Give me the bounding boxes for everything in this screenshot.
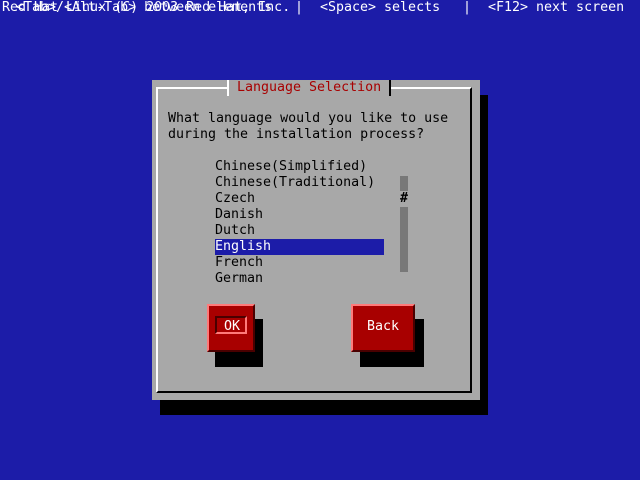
hint-separator-2: | (463, 0, 472, 15)
list-item-dutch[interactable]: Dutch (215, 223, 384, 239)
language-listbox[interactable]: Chinese(Simplified) Chinese(Traditional)… (215, 159, 385, 287)
list-item-chinese-traditional[interactable]: Chinese(Traditional) (215, 175, 384, 191)
dialog-prompt: What language would you like to use duri… (168, 111, 448, 143)
back-button[interactable]: Back (351, 304, 415, 352)
hint-separator-1: | (295, 0, 304, 15)
list-item-german[interactable]: German (215, 271, 384, 287)
back-button-label: Back (367, 319, 400, 334)
hint-f12: <F12> next screen (488, 0, 625, 15)
dialog-title: Language Selection (227, 80, 392, 96)
prompt-line-1: What language would you like to use (168, 111, 449, 126)
ok-button[interactable]: OK (207, 304, 255, 352)
list-item-czech[interactable]: Czech (215, 191, 384, 207)
hint-space: <Space> selects (320, 0, 441, 15)
prompt-line-2: during the installation process? (168, 127, 425, 142)
list-item-chinese-simplified[interactable]: Chinese(Simplified) (215, 159, 384, 175)
ok-button-label: OK (224, 319, 241, 334)
list-item-english[interactable]: English (215, 239, 384, 255)
scrollbar-thumb[interactable]: # (400, 191, 408, 207)
language-selection-dialog: Language Selection What language would y… (152, 80, 480, 400)
hint-tab: <Tab>/<Alt-Tab> between elements (16, 0, 273, 15)
list-item-french[interactable]: French (215, 255, 384, 271)
list-item-danish[interactable]: Danish (215, 207, 384, 223)
